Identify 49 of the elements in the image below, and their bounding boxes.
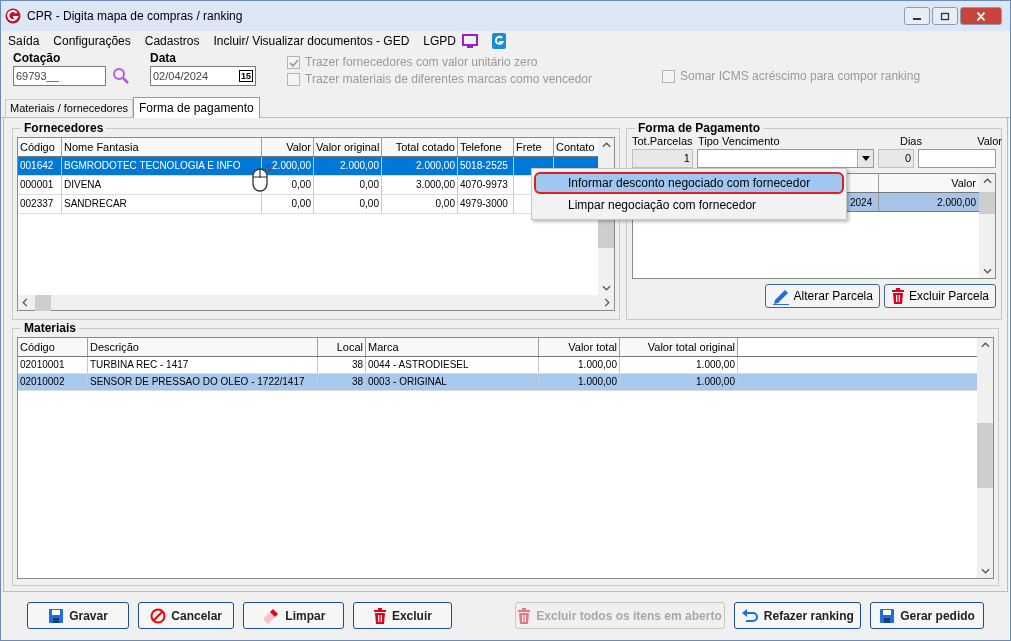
input-field: 0 <box>878 148 915 168</box>
table-cell: 0,00 <box>291 179 311 190</box>
field-label: Dias <box>899 135 922 148</box>
checkbox-label: Somar ICMS acréscimo para compor ranking <box>680 68 921 84</box>
table-cell: 000001 <box>20 179 54 190</box>
button: Excluir todos os itens em aberto <box>514 602 725 629</box>
input-field: 1 <box>632 148 693 168</box>
table-cell: 02010002 <box>20 376 65 387</box>
checkbox-label: Trazer fornecedores com valor unitário zero <box>305 55 538 70</box>
table-cell: 2.000,00 <box>416 160 455 171</box>
field-label: Valor <box>976 135 1002 148</box>
group-title: Forma de Pagamento <box>635 121 764 135</box>
table-cell: 38 <box>351 376 363 387</box>
table-cell: 2.000,00 <box>340 160 379 171</box>
field-label: Cotação <box>13 51 62 66</box>
group-title: Materiais <box>21 321 80 335</box>
table-cell: 0,00 <box>359 179 379 190</box>
table-cell: 4979-3000 <box>460 198 508 209</box>
table-cell: 0,00 <box>359 198 379 209</box>
table-cell: 1.000,00 <box>578 376 617 387</box>
table-cell: 0003 - ORIGINAL <box>368 376 447 387</box>
table-cell: 001642 <box>20 160 54 171</box>
table-cell: 1.000,00 <box>696 359 735 370</box>
table-cell: BGMRODOTEC TECNOLOGIA E INFO <box>64 160 241 171</box>
group-title: Fornecedores <box>21 121 107 135</box>
checkbox-label: Trazer materiais de diferentes marcas como vencedor <box>305 72 592 87</box>
table-cell: 1.000,00 <box>578 359 617 370</box>
table-cell: 4070-9973 <box>460 179 508 190</box>
window-title: CPR - Digita mapa de compras / ranking <box>27 8 243 25</box>
table-cell: 2.000,00 <box>272 160 311 171</box>
table-cell: 1.000,00 <box>696 376 735 387</box>
table-cell: DIVENA <box>64 179 102 190</box>
table-cell: 5018-2525 <box>460 160 508 171</box>
field-label: Tot.Parcelas <box>632 135 694 148</box>
table-cell: 38 <box>351 359 363 370</box>
table-cell: 0,00 <box>435 198 455 209</box>
table-cell: 3.000,00 <box>416 179 455 190</box>
table-cell: 0044 - ASTRODIESEL <box>368 359 469 370</box>
table-cell: 02010001 <box>20 359 65 370</box>
table-cell: 0,00 <box>291 198 311 209</box>
table-cell: 2024 <box>850 197 873 208</box>
table-cell: SANDRECAR <box>64 198 127 209</box>
date-value: 02/04/2024 <box>153 68 209 84</box>
field-label: Tipo Vencimento <box>698 135 781 148</box>
table-cell: 002337 <box>20 198 54 209</box>
table-cell: SENSOR DE PRESSAO DO OLEO - 1722/1417 <box>90 376 305 387</box>
table-cell: TURBINA REC - 1417 <box>90 359 189 370</box>
field-label: Data <box>150 51 177 66</box>
table-cell: 2.000,00 <box>937 197 976 208</box>
